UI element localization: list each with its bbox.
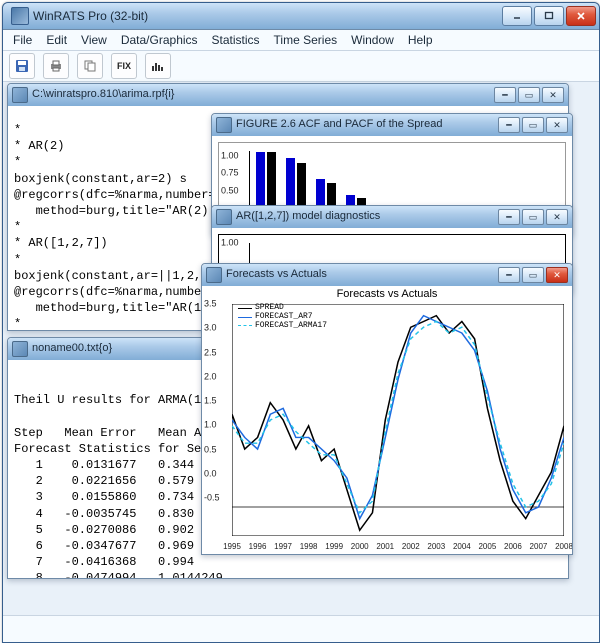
- acf-max[interactable]: ▭: [522, 117, 544, 133]
- maximize-button[interactable]: [534, 6, 564, 26]
- app-window: WinRATS Pro (32-bit) File Edit View Data…: [2, 2, 600, 643]
- minimize-button[interactable]: [502, 6, 532, 26]
- app-icon: [11, 7, 29, 25]
- editor-max[interactable]: ▭: [518, 87, 540, 103]
- doc-icon: [12, 87, 28, 103]
- editor-min[interactable]: ━: [494, 87, 516, 103]
- forecast-max[interactable]: ▭: [522, 267, 544, 283]
- forecast-min[interactable]: ━: [498, 267, 520, 283]
- forecast-title: Forecasts vs Actuals: [226, 268, 498, 281]
- menu-window[interactable]: Window: [345, 31, 400, 49]
- editor-close[interactable]: ✕: [542, 87, 564, 103]
- toolbar: FIX: [3, 51, 599, 82]
- acf-title: FIGURE 2.6 ACF and PACF of the Spread: [236, 118, 498, 131]
- close-button[interactable]: [566, 6, 596, 26]
- histogram-icon[interactable]: [145, 53, 171, 79]
- doc-icon: [12, 341, 28, 357]
- editor-title: C:\winratspro.810\arima.rpf{i}: [32, 88, 494, 101]
- chart-icon: [206, 267, 222, 283]
- forecast-plot: Forecasts vs Actuals SPREAD FORECAST_AR7…: [202, 286, 572, 554]
- menu-stats[interactable]: Statistics: [206, 31, 266, 49]
- fix-icon[interactable]: FIX: [111, 53, 137, 79]
- chart-icon: [216, 117, 232, 133]
- forecast-window[interactable]: Forecasts vs Actuals ━ ▭ ✕ Forecasts vs …: [201, 263, 573, 555]
- diag-title: AR([1,2,7]) model diagnostics: [236, 210, 498, 223]
- diag-max[interactable]: ▭: [522, 209, 544, 225]
- menu-edit[interactable]: Edit: [40, 31, 73, 49]
- acf-close[interactable]: ✕: [546, 117, 568, 133]
- save-icon[interactable]: [9, 53, 35, 79]
- menu-tseries[interactable]: Time Series: [268, 31, 344, 49]
- chart-icon: [216, 209, 232, 225]
- diag-min[interactable]: ━: [498, 209, 520, 225]
- forecast-close[interactable]: ✕: [546, 267, 568, 283]
- acf-min[interactable]: ━: [498, 117, 520, 133]
- menu-help[interactable]: Help: [402, 31, 439, 49]
- menu-file[interactable]: File: [7, 31, 38, 49]
- copy-icon[interactable]: [77, 53, 103, 79]
- menu-view[interactable]: View: [75, 31, 113, 49]
- forecast-chart-title: Forecasts vs Actuals: [202, 286, 572, 304]
- menubar: File Edit View Data/Graphics Statistics …: [3, 30, 599, 51]
- statusbar: [3, 615, 599, 642]
- menu-data[interactable]: Data/Graphics: [115, 31, 204, 49]
- mdi-desktop: C:\winratspro.810\arima.rpf{i} ━ ▭ ✕ * *…: [7, 83, 595, 614]
- print-icon[interactable]: [43, 53, 69, 79]
- app-title: WinRATS Pro (32-bit): [33, 9, 502, 23]
- titlebar[interactable]: WinRATS Pro (32-bit): [3, 3, 599, 30]
- diag-close[interactable]: ✕: [546, 209, 568, 225]
